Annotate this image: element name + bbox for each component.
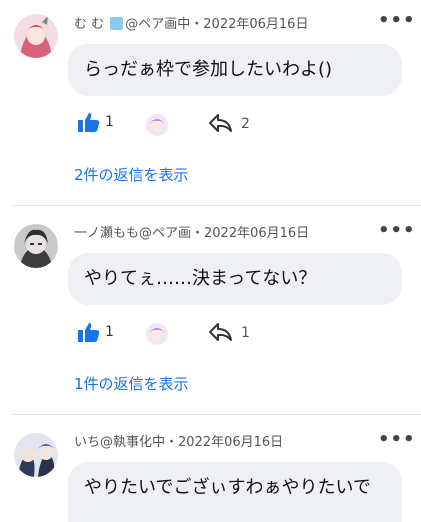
reactor-avatar[interactable]: [146, 323, 168, 345]
author-name[interactable]: いち: [74, 435, 100, 450]
avatar[interactable]: [14, 224, 58, 268]
comment-meta: 一ノ瀬もも@ペア画・2022年06月16日: [74, 222, 309, 241]
more-options-icon[interactable]: •••: [378, 12, 415, 34]
reactor-avatar[interactable]: [146, 114, 168, 136]
author-suffix: @ペア画・2022年06月16日: [139, 226, 310, 241]
comment-bubble: やりたいでござぃすわぁやりたいで: [68, 462, 402, 522]
comment-meta: む む @ペア画中・2022年06月16日: [74, 13, 308, 32]
author-name[interactable]: 一ノ瀬もも: [74, 226, 139, 241]
comment-meta: いち@執事化中・2022年06月16日: [74, 431, 283, 450]
reply-count: 2: [241, 116, 250, 132]
more-options-icon[interactable]: •••: [378, 222, 415, 244]
comment-item: む む @ペア画中・2022年06月16日 ••• らっだぁ枠で参加したいわよ(…: [0, 0, 421, 205]
like-button[interactable]: 1: [78, 110, 122, 136]
ice-cube-icon: [110, 17, 124, 30]
like-count: 1: [105, 114, 114, 130]
comment-item: いち@執事化中・2022年06月16日 ••• やりたいでござぃすわぁやりたいで: [0, 415, 421, 522]
avatar[interactable]: [14, 433, 58, 477]
view-replies-link[interactable]: 1件の返信を表示: [74, 373, 189, 394]
like-count: 1: [105, 324, 114, 340]
view-replies-link[interactable]: 2件の返信を表示: [74, 164, 189, 185]
thumbs-up-icon: [78, 323, 100, 342]
author-suffix: @執事化中・2022年06月16日: [100, 435, 284, 450]
reply-arrow-icon: [209, 114, 232, 132]
author-suffix: @ペア画中・2022年06月16日: [125, 17, 309, 32]
reply-count: 1: [241, 325, 250, 341]
avatar[interactable]: [14, 14, 58, 58]
thumbs-up-icon: [78, 113, 100, 132]
reply-arrow-icon: [209, 323, 232, 341]
reply-button[interactable]: 1: [208, 321, 258, 347]
comment-item: 一ノ瀬もも@ペア画・2022年06月16日 ••• やりてぇ……決まってない？ …: [0, 206, 421, 414]
comment-bubble: やりてぇ……決まってない？: [68, 253, 402, 305]
more-options-icon[interactable]: •••: [378, 431, 415, 453]
author-name[interactable]: む む: [74, 17, 104, 32]
reply-button[interactable]: 2: [208, 112, 258, 138]
like-button[interactable]: 1: [78, 320, 122, 346]
comment-bubble: らっだぁ枠で参加したいわよ(): [68, 44, 402, 96]
